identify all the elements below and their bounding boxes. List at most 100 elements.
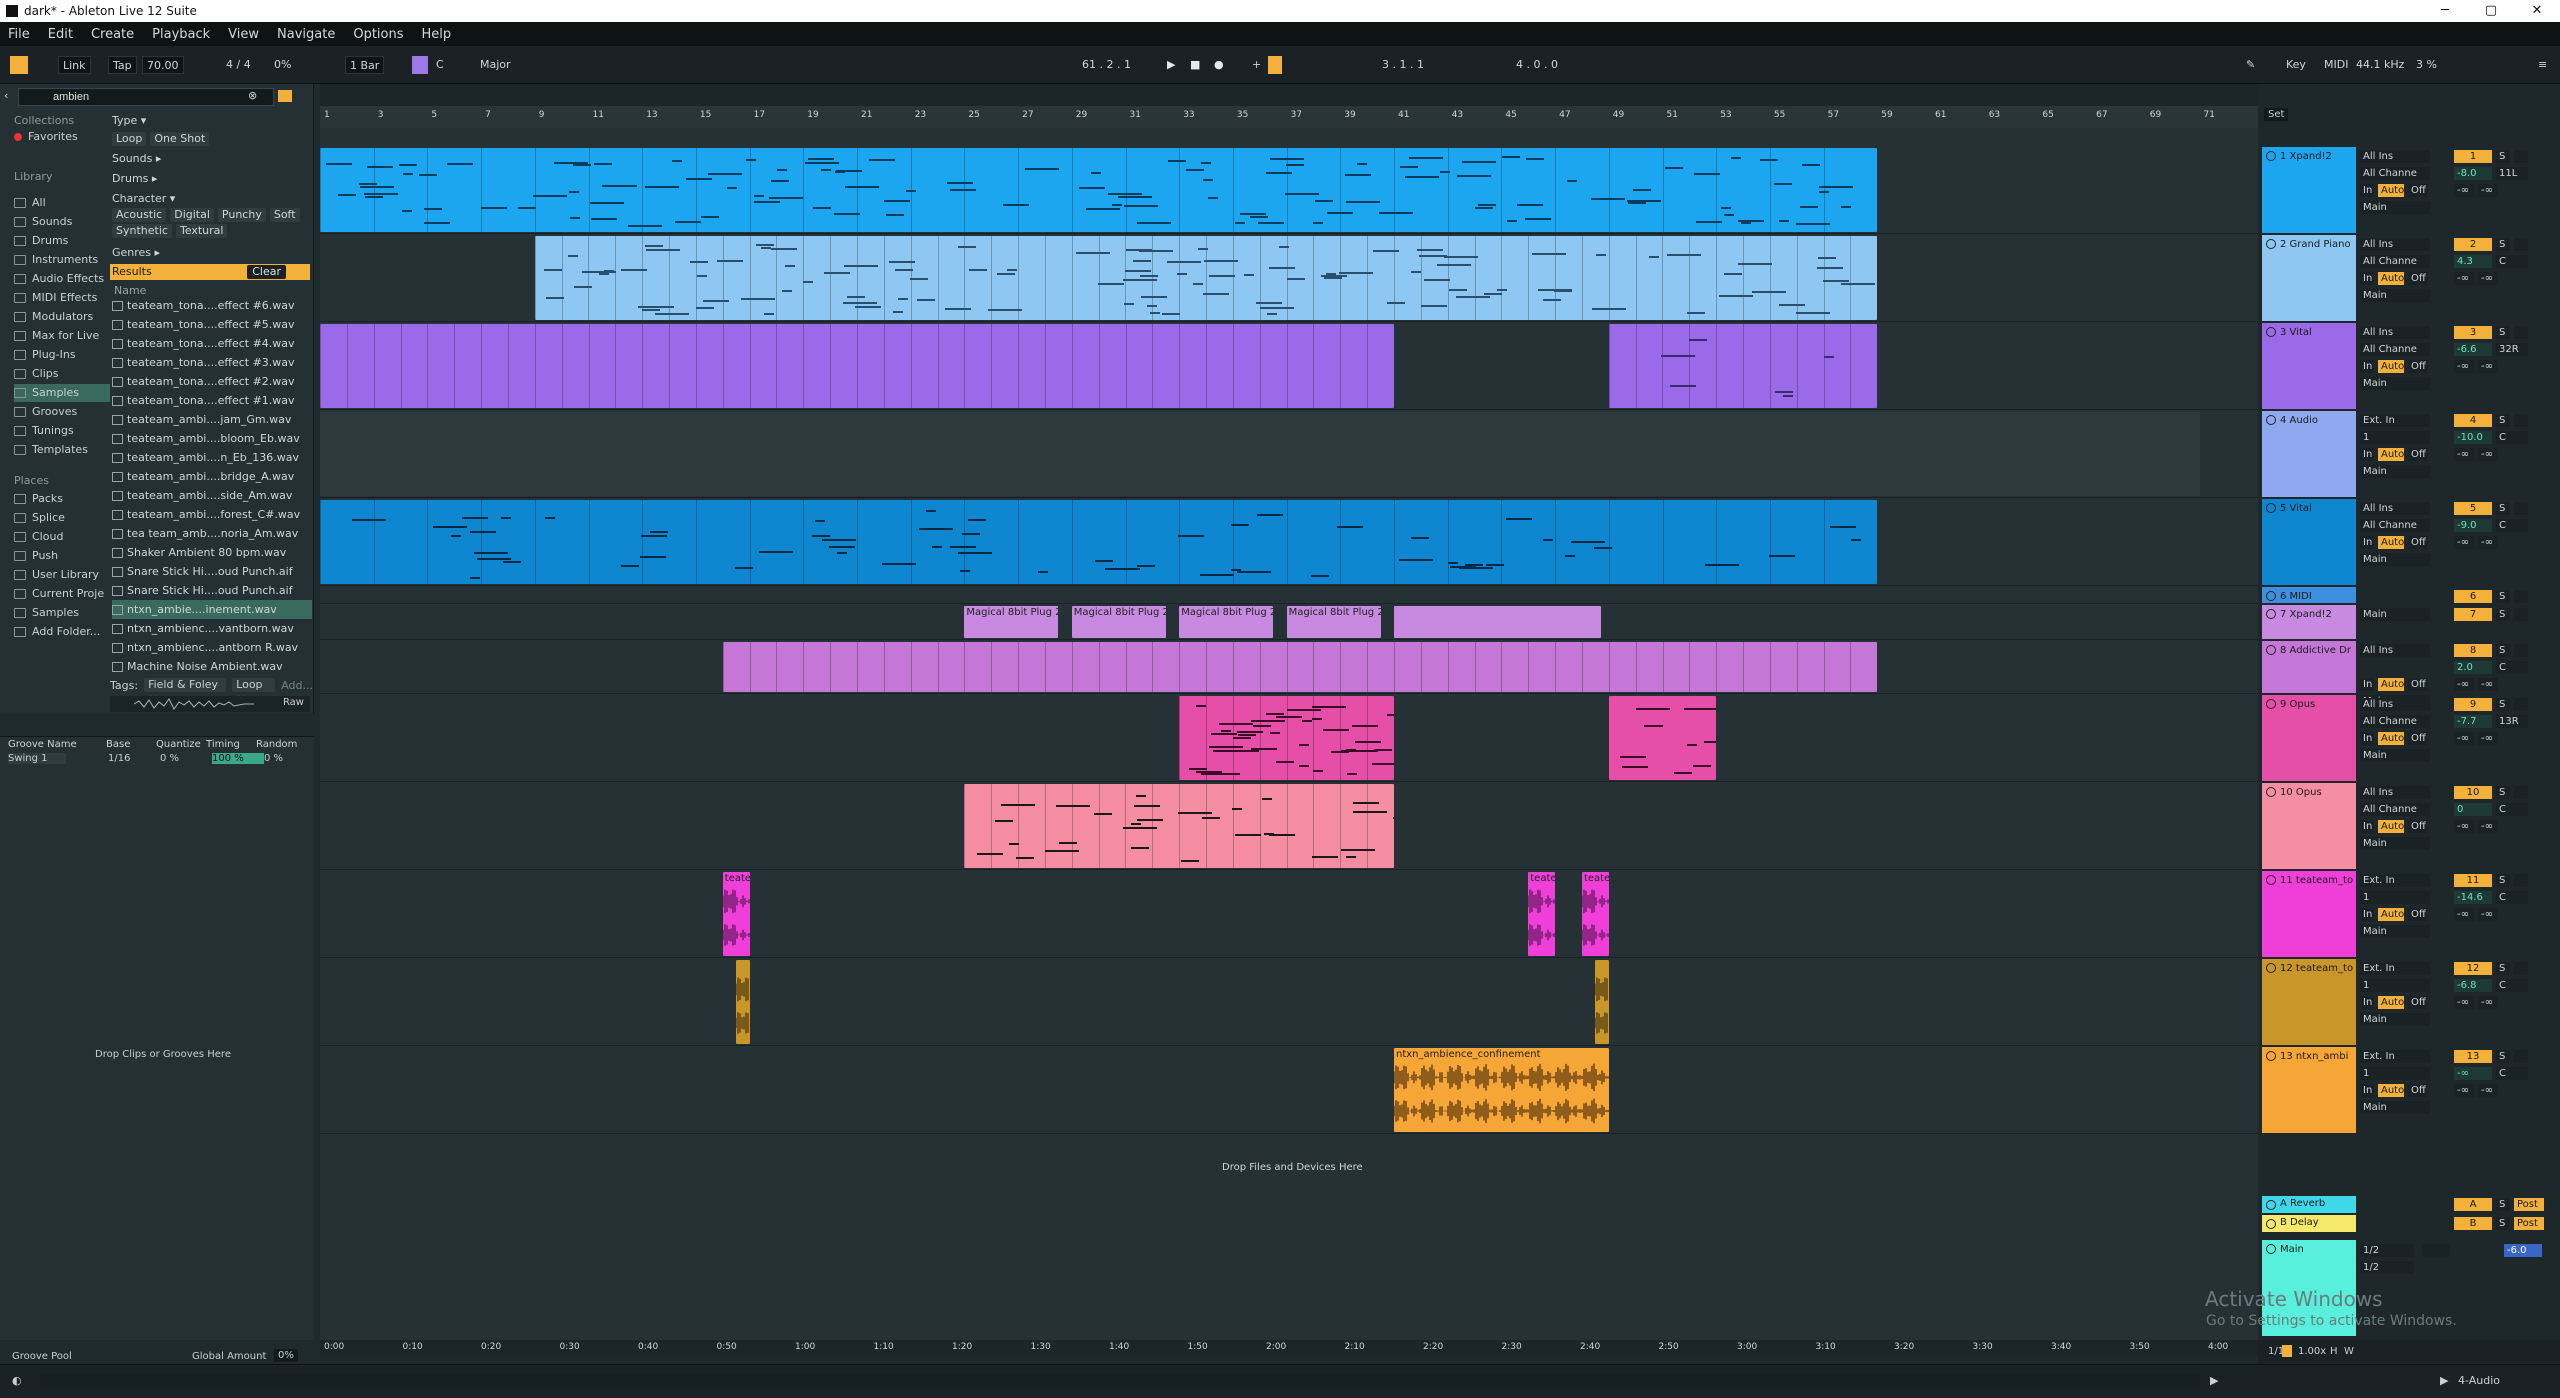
- clip[interactable]: [534, 236, 1878, 320]
- output-select[interactable]: Main: [2360, 289, 2430, 302]
- record-icon[interactable]: ●: [1210, 56, 1228, 74]
- sidebar-item-modulators[interactable]: Modulators: [14, 308, 110, 326]
- clip[interactable]: [320, 500, 1878, 584]
- result-item[interactable]: ntxn_ambienc....vantborn.wav: [112, 619, 312, 638]
- arm-icon[interactable]: [2514, 238, 2528, 251]
- send-b[interactable]: -∞: [2478, 448, 2498, 461]
- zoom-value[interactable]: 1.00x: [2298, 1346, 2326, 1357]
- monitor-in[interactable]: In: [2360, 1084, 2374, 1097]
- track-number[interactable]: 2: [2454, 238, 2492, 251]
- midi-map-button[interactable]: MIDI: [2320, 56, 2352, 74]
- track-number[interactable]: 10: [2454, 786, 2492, 799]
- clip[interactable]: [320, 324, 1394, 408]
- monitor-auto[interactable]: Auto: [2378, 820, 2404, 833]
- arm-icon[interactable]: [2514, 962, 2528, 975]
- pan-field[interactable]: C: [2496, 891, 2528, 904]
- main-out-select[interactable]: 1/2: [2360, 1261, 2414, 1274]
- menu-navigate[interactable]: Navigate: [277, 27, 335, 42]
- input-type-select[interactable]: All Ins: [2360, 326, 2430, 339]
- input-channel-select[interactable]: 1: [2360, 1067, 2430, 1080]
- char-soft[interactable]: Soft: [269, 208, 300, 222]
- result-item[interactable]: teateam_tona....effect #4.wav: [112, 334, 312, 353]
- monitor-auto[interactable]: Auto: [2378, 272, 2404, 285]
- result-item[interactable]: teateam_ambi....forest_C#.wav: [112, 505, 312, 524]
- arm-icon[interactable]: [2514, 414, 2528, 427]
- pan-field[interactable]: C: [2496, 803, 2528, 816]
- solo-button[interactable]: S: [2496, 1198, 2510, 1211]
- sidebar-item-sounds[interactable]: Sounds: [14, 213, 110, 231]
- monitor-off[interactable]: Off: [2408, 360, 2428, 373]
- volume-field[interactable]: -∞: [2454, 1067, 2492, 1080]
- output-select[interactable]: Main: [2360, 553, 2430, 566]
- send-b[interactable]: -∞: [2478, 272, 2498, 285]
- arm-icon[interactable]: [2514, 1050, 2528, 1063]
- arm-icon[interactable]: [2514, 326, 2528, 339]
- monitor-in[interactable]: In: [2360, 732, 2374, 745]
- pan-field[interactable]: 32R: [2496, 343, 2528, 356]
- sidebar-item-push[interactable]: Push: [14, 547, 110, 565]
- menu-icon[interactable]: ≡: [2534, 56, 2551, 74]
- main-send[interactable]: [2422, 1244, 2450, 1257]
- status-arrow-icon[interactable]: ▶: [2210, 1374, 2218, 1387]
- track-lane[interactable]: [320, 870, 2258, 958]
- arrangement-position[interactable]: 61 . 2 . 1: [1078, 56, 1135, 74]
- track-header[interactable]: 3 Vital: [2262, 323, 2356, 409]
- monitor-in[interactable]: In: [2360, 184, 2374, 197]
- solo-button[interactable]: S: [2496, 502, 2510, 515]
- menu-options[interactable]: Options: [353, 27, 403, 42]
- send-a[interactable]: -∞: [2454, 272, 2474, 285]
- sidebar-item-grooves[interactable]: Grooves: [14, 403, 110, 421]
- search-clear-icon[interactable]: ⊗: [248, 89, 257, 102]
- close-button[interactable]: ✕: [2514, 0, 2560, 22]
- monitor-in[interactable]: In: [2360, 908, 2374, 921]
- browser-search-input[interactable]: [18, 88, 274, 106]
- menu-view[interactable]: View: [228, 27, 259, 42]
- clip[interactable]: [320, 148, 1878, 232]
- sidebar-item-cloud[interactable]: Cloud: [14, 528, 110, 546]
- clip[interactable]: teate: [722, 872, 750, 956]
- clip[interactable]: [964, 784, 1394, 868]
- result-item[interactable]: teateam_tona....effect #1.wav: [112, 391, 312, 410]
- pan-field[interactable]: 13R: [2496, 715, 2528, 728]
- volume-field[interactable]: -6.8: [2454, 979, 2492, 992]
- sidebar-item-all[interactable]: All: [14, 194, 110, 212]
- volume-field[interactable]: -8.0: [2454, 167, 2492, 180]
- return-track-header[interactable]: A Reverb: [2262, 1196, 2356, 1213]
- result-item[interactable]: teateam_ambi....bridge_A.wav: [112, 467, 312, 486]
- monitor-in[interactable]: In: [2360, 678, 2374, 691]
- follow-icon[interactable]: [2282, 1345, 2292, 1357]
- output-select[interactable]: Main: [2360, 377, 2430, 390]
- key-select[interactable]: C: [432, 56, 448, 74]
- monitor-auto[interactable]: Auto: [2378, 678, 2404, 691]
- menu-create[interactable]: Create: [91, 27, 134, 42]
- send-b[interactable]: -∞: [2478, 732, 2498, 745]
- track-header[interactable]: 2 Grand Piano: [2262, 235, 2356, 321]
- send-b[interactable]: -∞: [2478, 184, 2498, 197]
- solo-button[interactable]: S: [2496, 786, 2510, 799]
- sidebar-item-midi-effects[interactable]: MIDI Effects: [14, 289, 110, 307]
- input-channel-select[interactable]: All Channe: [2360, 255, 2430, 268]
- send-a[interactable]: -∞: [2454, 448, 2474, 461]
- quantize-menu[interactable]: 1 Bar: [345, 56, 385, 74]
- status-info-icon[interactable]: ◐: [12, 1374, 22, 1387]
- sidebar-item-splice[interactable]: Splice: [14, 509, 110, 527]
- monitor-off[interactable]: Off: [2408, 996, 2428, 1009]
- key-map-button[interactable]: Key: [2282, 56, 2310, 74]
- stop-icon[interactable]: ■: [1186, 56, 1204, 74]
- result-item[interactable]: Snare Stick Hi....oud Punch.aif: [112, 562, 312, 581]
- minimize-button[interactable]: ─: [2422, 0, 2468, 22]
- pan-field[interactable]: C: [2496, 661, 2528, 674]
- tempo-field[interactable]: 70.00: [142, 56, 184, 74]
- scale-select[interactable]: Major: [476, 56, 515, 74]
- solo-button[interactable]: S: [2496, 608, 2510, 621]
- sidebar-item-tunings[interactable]: Tunings: [14, 422, 110, 440]
- menu-help[interactable]: Help: [422, 27, 452, 42]
- track-number[interactable]: 8: [2454, 644, 2492, 657]
- filter-genres[interactable]: Genres ▸: [112, 246, 160, 259]
- overview-strip[interactable]: [320, 84, 2258, 106]
- filter-loop[interactable]: Loop: [112, 132, 147, 146]
- arm-icon[interactable]: [2514, 502, 2528, 515]
- filter-character[interactable]: Character ▾: [112, 192, 175, 205]
- input-channel-select[interactable]: All Channe: [2360, 343, 2430, 356]
- filter-sounds[interactable]: Sounds ▸: [112, 152, 161, 165]
